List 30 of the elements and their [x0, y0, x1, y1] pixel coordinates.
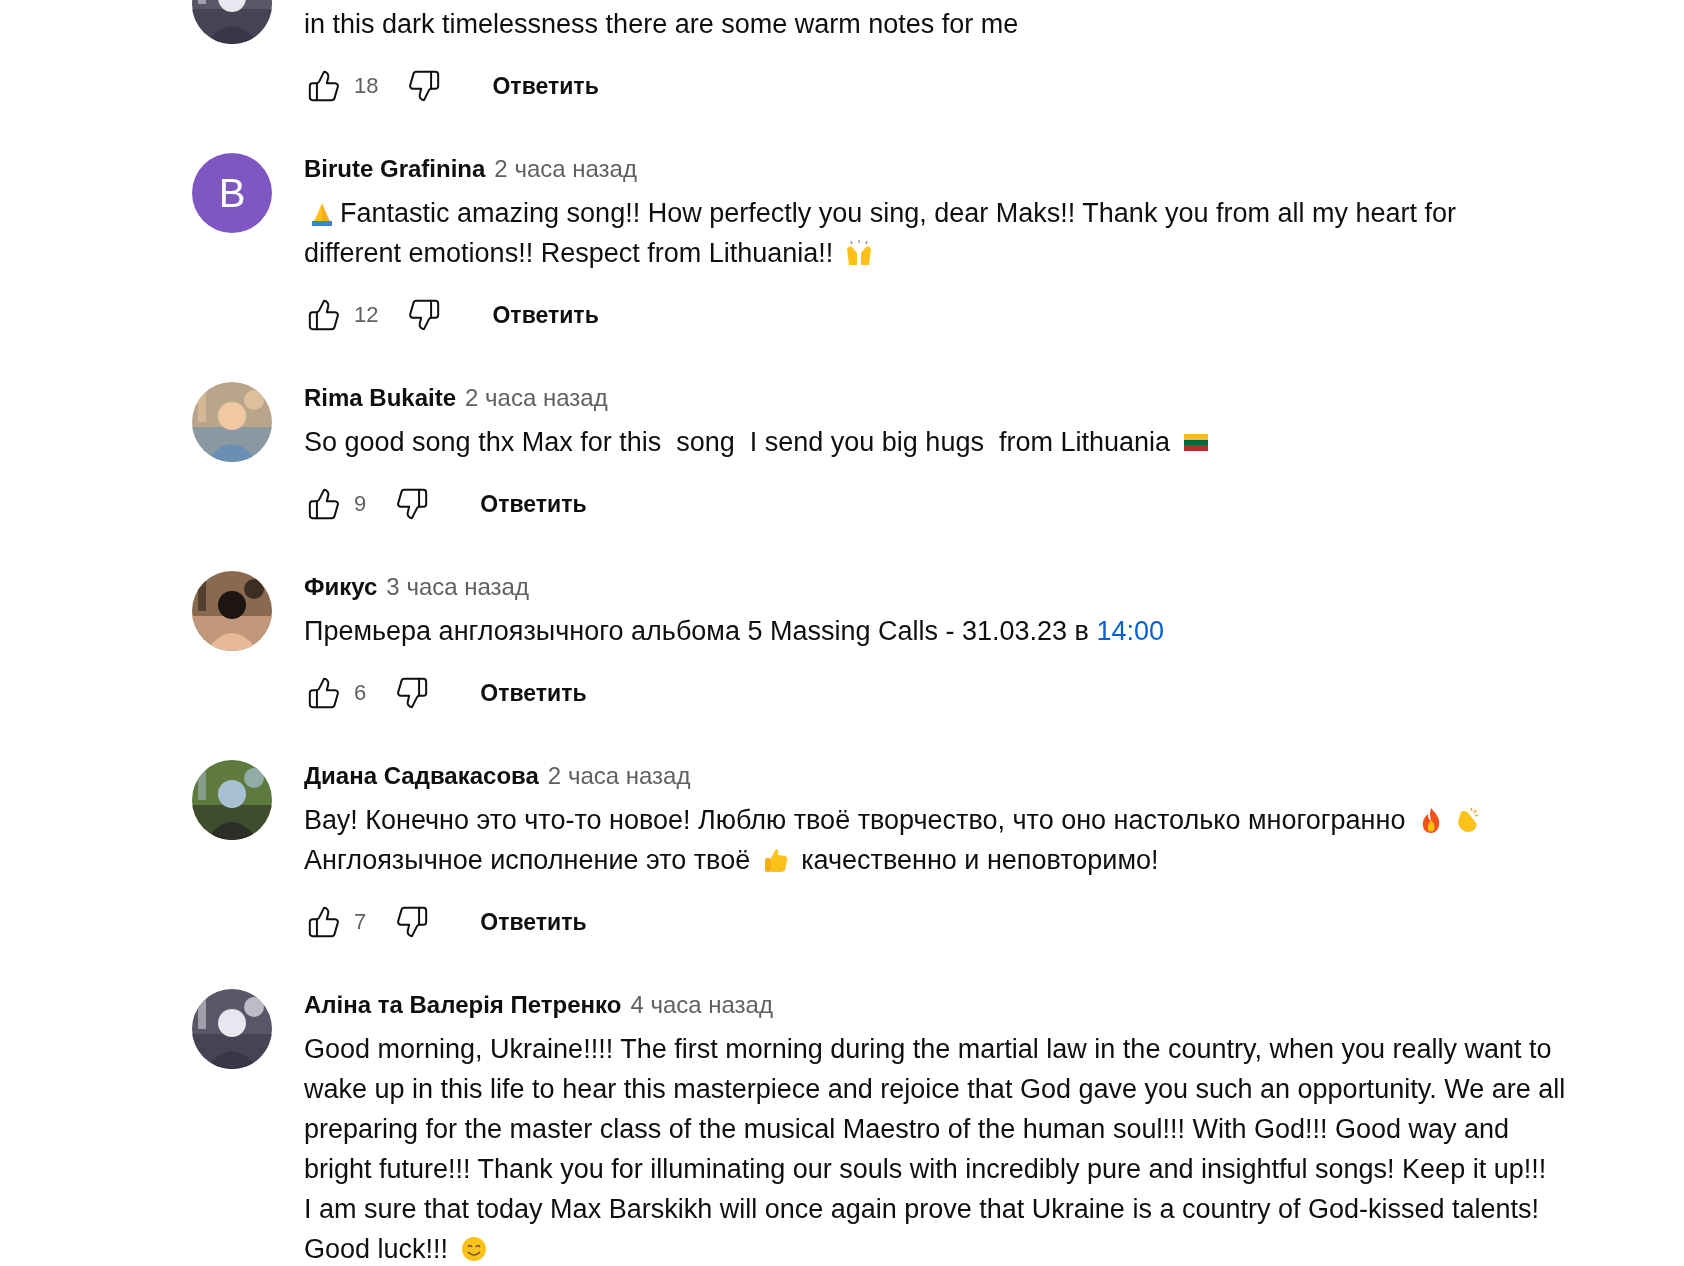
like-count: 9 [354, 491, 367, 517]
reply-button[interactable]: Ответить [474, 62, 617, 110]
author-name[interactable]: Диана Садвакасова [304, 762, 539, 790]
author-name[interactable]: Фикус [304, 573, 378, 601]
like-count: 7 [354, 909, 367, 935]
comment-text: Премьера англоязычного альбома 5 Massing Calls - 31.03.23 в 14:00 [304, 611, 1684, 651]
raised-hands-icon [844, 239, 873, 267]
comment-time[interactable]: 3 часа назад [386, 573, 529, 601]
author-name[interactable]: Rima Bukaite [304, 384, 457, 412]
reply-button[interactable]: Ответить [462, 898, 605, 946]
author-name[interactable]: Аліна та Валерія Петренко [304, 991, 622, 1019]
like-count: 12 [354, 302, 379, 328]
comment-text: Good morning, Ukraine!!!! The first morning during the martial law in the country, when you really want to wake up in this life to hear this masterpiece and rejoice that God gave you such an opportunity. We are all preparing for the master class of the musical Maestro of the human soul!!! With God!!! Good way and bright future!!! Thank you for illuminating our souls with incredibly pure and insightful songs! Keep it up!!! I am sure that today Max Barskikh will once again prove that Ukraine is a country of God-kissed talents! Good luck!!! [304, 1033, 1567, 1266]
comment-time[interactable]: 2 часа назад [494, 155, 637, 183]
comment-text: in this dark timelessness there are some warm notes for me [304, 8, 1020, 41]
comment-time[interactable]: 4 часа назад [630, 991, 773, 1019]
like-count: 18 [354, 73, 379, 99]
comment-text: So good song thx Max for this song I send you big hugs from Lithuania [304, 422, 1684, 462]
reply-button[interactable]: Ответить [462, 669, 605, 717]
author-name[interactable]: Birute Grafinina [304, 155, 486, 183]
comment-time[interactable]: 2 часа назад [465, 384, 608, 412]
avatar[interactable]: B [192, 153, 272, 233]
smiley-icon [459, 1235, 488, 1263]
comment-time[interactable]: 2 часа назад [547, 762, 691, 790]
reply-button[interactable]: Ответить [474, 291, 617, 339]
reply-button[interactable]: Ответить [462, 480, 605, 528]
comment-text: Fantastic amazing song!! How perfectly you sing, dear Maks!! Thank you from all my heart for different emotions!! Respect from Lithuania!! [304, 197, 1457, 270]
timestamp-link[interactable]: 14:00 [1096, 611, 1165, 651]
comment-text: Вау! Конечно это что-то новое! Люблю твоё творчество, что оно настолько многогранно Англоязычное исполнение это твоё качественно и неповторимо! [304, 800, 1684, 880]
like-count: 6 [354, 680, 367, 706]
